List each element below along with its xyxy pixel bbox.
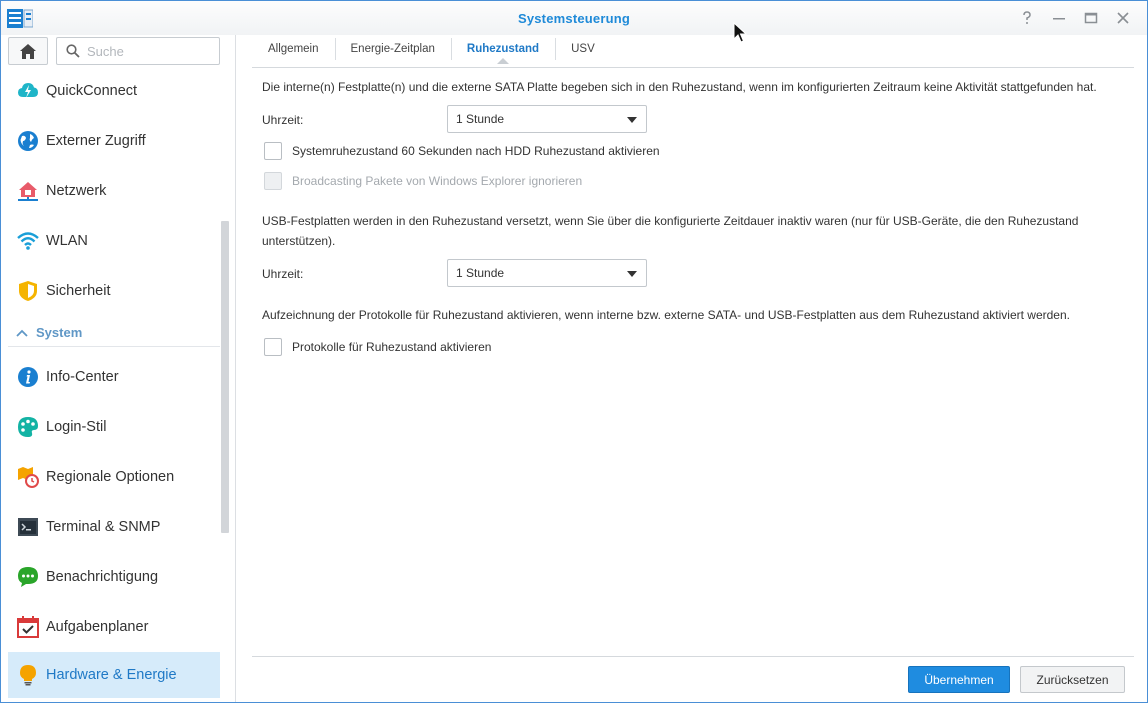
chat-bubble-icon xyxy=(17,566,39,588)
close-icon[interactable] xyxy=(1115,10,1131,26)
tab-divider xyxy=(252,67,1134,68)
sidebar-item-label: Info-Center xyxy=(46,369,119,385)
tab-bar: Allgemein Energie-Zeitplan Ruhezustand U… xyxy=(252,35,611,64)
sidebar-item-wlan[interactable]: WLAN xyxy=(8,218,220,264)
hibernation-log-checkbox[interactable] xyxy=(264,338,282,356)
usb-disk-description: USB-Festplatten werden in den Ruhezustan… xyxy=(262,214,1079,248)
sidebar-item-notification[interactable]: Benachrichtigung xyxy=(8,554,220,600)
usb-hibernation-time-select[interactable]: 1 Stunde xyxy=(447,259,647,287)
tab-hibernation[interactable]: Ruhezustand xyxy=(450,35,555,64)
sidebar-item-label: Aufgabenplaner xyxy=(46,619,149,635)
window-title: Systemsteuerung xyxy=(517,11,631,26)
quickconnect-icon xyxy=(17,80,39,102)
terminal-icon xyxy=(17,516,39,538)
log-description: Aufzeichnung der Protokolle für Ruhezust… xyxy=(262,308,1070,322)
title-bar[interactable]: Systemsteuerung xyxy=(1,1,1147,35)
search-field[interactable] xyxy=(56,37,220,65)
sidebar-item-security[interactable]: Sicherheit xyxy=(8,268,220,314)
sidebar-item-info-center[interactable]: Info-Center xyxy=(8,354,220,400)
sidebar-section-system[interactable]: System xyxy=(8,319,220,347)
info-icon xyxy=(17,366,39,388)
chevron-down-icon xyxy=(627,117,637,123)
help-icon[interactable] xyxy=(1019,10,1035,26)
regional-clock-icon xyxy=(17,466,39,488)
calendar-check-icon xyxy=(17,616,39,638)
time-label-internal: Uhrzeit: xyxy=(262,113,304,127)
sidebar-item-terminal-snmp[interactable]: Terminal & SNMP xyxy=(8,504,220,550)
minimize-icon[interactable] xyxy=(1051,10,1067,26)
broadcast-option: Broadcasting Pakete von Windows Explorer… xyxy=(264,172,582,190)
sidebar-item-label: Netzwerk xyxy=(46,183,107,199)
home-icon xyxy=(20,43,36,59)
hibernation-log-option[interactable]: Protokolle für Ruhezustand aktivieren xyxy=(264,338,491,356)
sidebar-item-quickconnect[interactable]: QuickConnect xyxy=(8,68,220,114)
tab-power-schedule[interactable]: Energie-Zeitplan xyxy=(334,35,451,63)
hibernation-log-label: Protokolle für Ruhezustand aktivieren xyxy=(292,340,492,354)
tab-ups[interactable]: USV xyxy=(555,35,611,63)
sidebar-item-login-style[interactable]: Login-Stil xyxy=(8,404,220,450)
sidebar-item-label: Hardware & Energie xyxy=(46,667,177,683)
sidebar-item-network[interactable]: Netzwerk xyxy=(8,168,220,214)
palette-icon xyxy=(17,416,39,438)
home-button[interactable] xyxy=(8,37,48,65)
apply-button[interactable]: Übernehmen xyxy=(908,666,1010,693)
broadcast-label: Broadcasting Pakete von Windows Explorer… xyxy=(292,174,583,188)
reset-button[interactable]: Zurücksetzen xyxy=(1020,666,1125,693)
network-house-icon xyxy=(17,180,39,202)
time-label-usb: Uhrzeit: xyxy=(262,267,304,281)
sidebar-item-label: Sicherheit xyxy=(46,283,111,299)
wifi-icon xyxy=(17,230,39,252)
system-hibernation-checkbox[interactable] xyxy=(264,142,282,160)
select-value: 1 Stunde xyxy=(456,266,505,280)
sidebar-item-label: Externer Zugriff xyxy=(46,133,146,149)
sidebar: QuickConnect Externer Zugriff Netzwerk W… xyxy=(1,35,236,702)
sidebar-item-label: Login-Stil xyxy=(46,419,107,435)
control-panel-window: Systemsteuerung Suche QuickConnect Exter… xyxy=(0,0,1148,703)
sidebar-item-task-scheduler[interactable]: Aufgabenplaner xyxy=(8,604,220,650)
footer-divider xyxy=(252,656,1134,657)
select-value: 1 Stunde xyxy=(456,112,505,126)
globe-icon xyxy=(17,130,39,152)
sidebar-item-external-access[interactable]: Externer Zugriff xyxy=(8,118,220,164)
system-hibernation-option[interactable]: Systemruhezustand 60 Sekunden nach HDD R… xyxy=(264,142,660,160)
tab-general[interactable]: Allgemein xyxy=(252,35,335,63)
chevron-up-icon xyxy=(16,329,28,337)
sidebar-item-label: Regionale Optionen xyxy=(46,469,175,485)
sidebar-item-hardware-energy[interactable]: Hardware & Energie xyxy=(8,652,220,698)
shield-icon xyxy=(17,280,39,302)
sidebar-item-label: Terminal & SNMP xyxy=(46,519,161,535)
broadcast-checkbox xyxy=(264,172,282,190)
sidebar-section-label: System xyxy=(36,325,83,340)
internal-hibernation-time-select[interactable]: 1 Stunde xyxy=(447,105,647,133)
sidebar-item-label: QuickConnect xyxy=(46,83,138,99)
lightbulb-icon xyxy=(17,664,39,686)
sidebar-item-label: Benachrichtigung xyxy=(46,569,159,585)
internal-disk-description: Die interne(n) Festplatte(n) und die ext… xyxy=(262,80,1097,94)
sidebar-item-label: WLAN xyxy=(46,233,88,249)
maximize-icon[interactable] xyxy=(1083,10,1099,26)
chevron-down-icon xyxy=(627,271,637,277)
search-input[interactable] xyxy=(87,42,215,60)
sidebar-item-regional-options[interactable]: Regionale Optionen xyxy=(8,454,220,500)
system-hibernation-label: Systemruhezustand 60 Sekunden nach HDD R… xyxy=(292,144,660,158)
mouse-cursor-icon xyxy=(733,22,747,43)
search-icon xyxy=(66,44,80,58)
sidebar-scrollbar[interactable] xyxy=(221,221,229,533)
